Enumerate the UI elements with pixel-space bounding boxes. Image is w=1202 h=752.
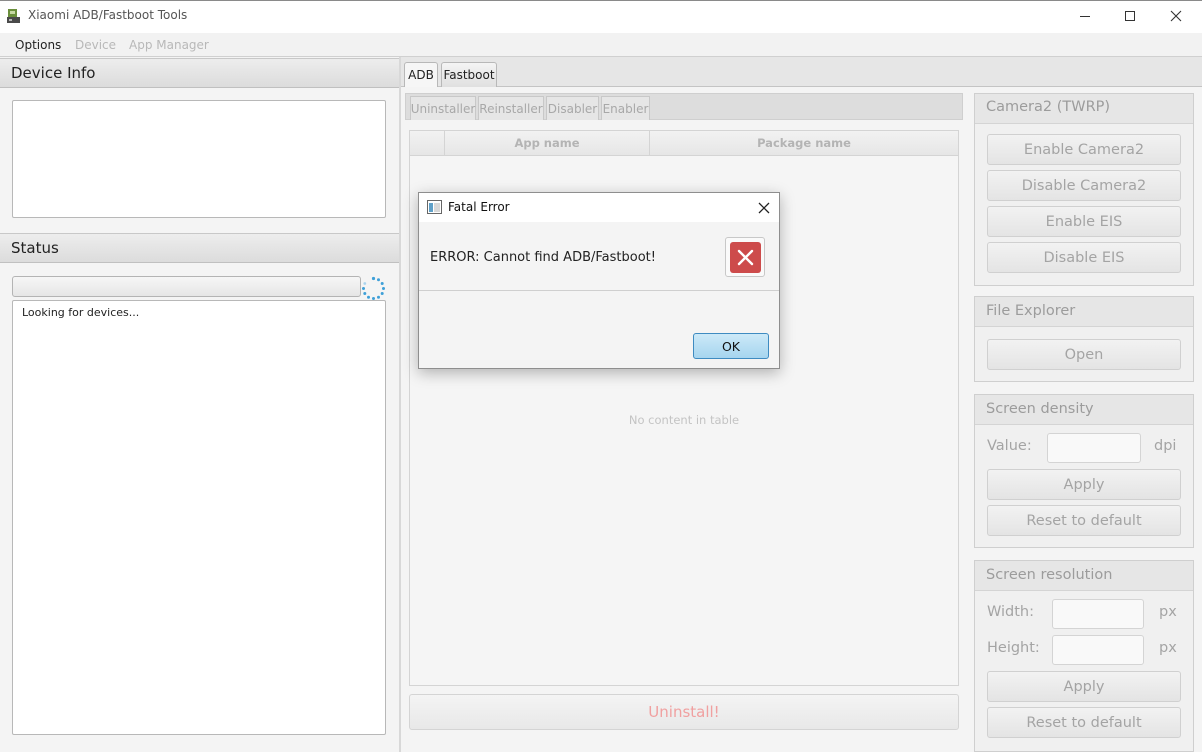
dialog-message: ERROR: Cannot find ADB/Fastboot! [430,250,656,265]
window-title: Xiaomi ADB/Fastboot Tools [28,8,188,22]
menu-device[interactable]: Device [75,38,116,52]
loading-spinner-icon [361,276,386,301]
resolution-width-input[interactable] [1052,599,1144,629]
device-info-header: Device Info [0,58,399,88]
device-info-box [12,100,386,218]
file-explorer-open-button[interactable]: Open [987,339,1181,370]
density-value-input[interactable] [1047,433,1141,463]
resolution-apply-button[interactable]: Apply [987,671,1181,702]
status-progress-bar [12,276,361,297]
minimize-icon[interactable] [1062,0,1108,32]
dialog-separator [419,290,779,291]
subtab-uninstaller[interactable]: Uninstaller [410,96,476,120]
table-checkbox-column[interactable] [410,131,445,156]
status-log-text: Looking for devices... [22,306,140,319]
resolution-width-label: Width: [987,604,1035,620]
resolution-width-unit: px [1159,604,1177,620]
menu-app-manager[interactable]: App Manager [129,38,209,52]
resolution-height-unit: px [1159,640,1177,656]
disable-camera2-button[interactable]: Disable Camera2 [987,170,1181,201]
subtab-disabler[interactable]: Disabler [546,96,599,120]
screen-density-title: Screen density [975,395,1193,425]
subtab-reinstaller[interactable]: Reinstaller [478,96,544,120]
enable-eis-button[interactable]: Enable EIS [987,206,1181,237]
close-icon[interactable] [1153,0,1199,32]
dialog-close-icon[interactable] [754,198,774,218]
uninstall-button[interactable]: Uninstall! [409,694,959,730]
column-app-name[interactable]: App name [445,131,650,156]
resolution-height-label: Height: [987,640,1040,656]
disable-eis-button[interactable]: Disable EIS [987,242,1181,273]
enable-camera2-button[interactable]: Enable Camera2 [987,134,1181,165]
status-log-box [12,300,386,735]
error-icon [725,237,765,277]
dialog-title: Fatal Error [448,200,510,214]
tab-strip [401,57,1202,87]
app-icon [6,8,22,24]
density-apply-button[interactable]: Apply [987,469,1181,500]
status-header: Status [0,233,399,263]
screen-resolution-title: Screen resolution [975,561,1193,591]
dialog-ok-button[interactable]: OK [693,333,769,359]
tab-adb[interactable]: ADB [404,62,438,87]
table-placeholder: No content in table [628,413,740,427]
resolution-height-input[interactable] [1052,635,1144,665]
file-explorer-title: File Explorer [975,297,1193,327]
subtab-enabler[interactable]: Enabler [601,96,650,120]
column-package-name[interactable]: Package name [650,131,958,156]
camera2-title: Camera2 (TWRP) [975,94,1193,124]
tab-fastboot[interactable]: Fastboot [441,62,497,87]
split-divider[interactable] [399,57,401,752]
density-reset-button[interactable]: Reset to default [987,505,1181,536]
density-unit-label: dpi [1154,438,1177,454]
menu-options[interactable]: Options [15,38,61,52]
dialog-window-icon [427,200,442,214]
resolution-reset-button[interactable]: Reset to default [987,707,1181,738]
density-value-label: Value: [987,438,1032,454]
maximize-icon[interactable] [1107,0,1153,32]
